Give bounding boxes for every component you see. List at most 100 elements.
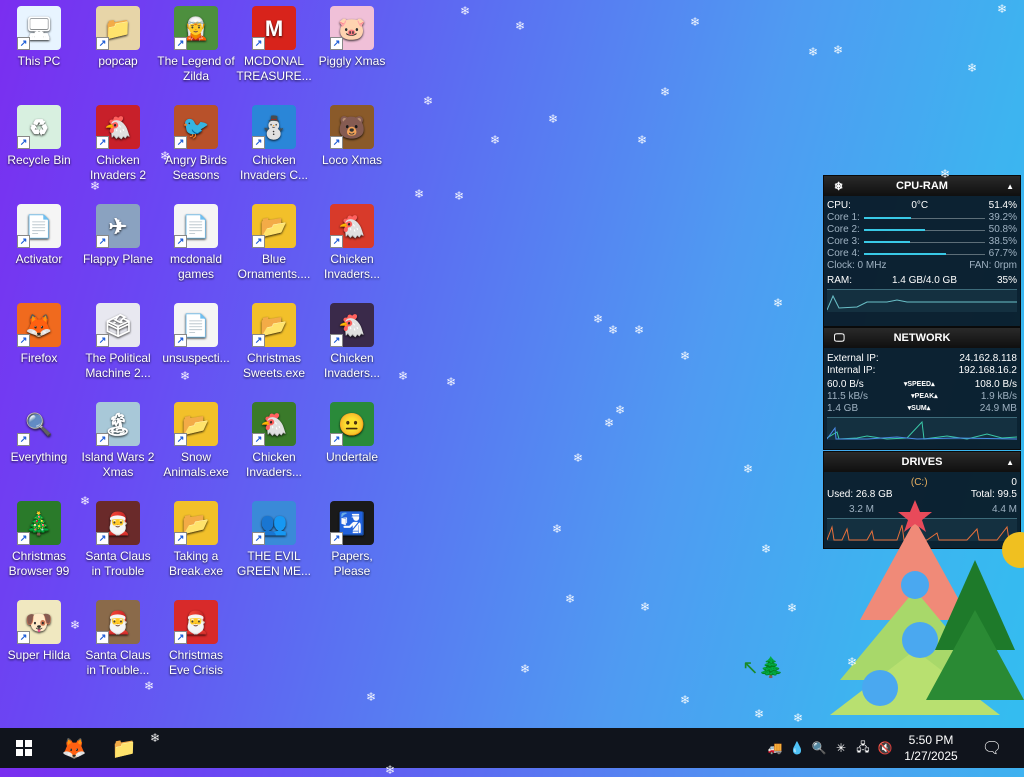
snowflake-decoration: ❄ (454, 189, 465, 203)
app-icon: 🖥 ↗ (17, 6, 61, 50)
desktop-icon[interactable]: 🐻 ↗ Loco Xmas (313, 99, 391, 168)
desktop-icon-label: This PC (17, 54, 61, 68)
desktop-icon[interactable]: 🐔 ↗ Chicken Invaders... (235, 396, 313, 480)
desktop-icon[interactable]: 📂 ↗ Taking a Break.exe (157, 495, 235, 579)
desktop-icon[interactable]: ⛄ ↗ Chicken Invaders C... (235, 99, 313, 183)
snowflake-decoration: ❄ (743, 462, 754, 476)
app-icon: 🐔 ↗ (330, 303, 374, 347)
cpu-ram-header[interactable]: ❄ CPU-RAM ▲ (824, 176, 1020, 196)
external-ip: 24.162.8.118 (959, 353, 1017, 364)
collapse-icon[interactable]: ▲ (1006, 182, 1014, 191)
core-bar (863, 240, 985, 243)
desktop-icon[interactable]: 😐 ↗ Undertale (313, 396, 391, 465)
app-icon: 🐔 ↗ (96, 105, 140, 149)
desktop-icon[interactable]: 🎅 ↗ Santa Claus in Trouble (79, 495, 157, 579)
desktop-icon[interactable]: 🐔 ↗ Chicken Invaders... (313, 297, 391, 381)
notification-center-button[interactable]: 🗨 (968, 728, 1016, 768)
desktop-icon[interactable]: 📄 ↗ unsuspecti... (157, 297, 235, 366)
app-icon: ✈ ↗ (96, 204, 140, 248)
desktop-icon-label: Blue Ornaments.... (237, 252, 311, 281)
cpu-fan: FAN: 0rpm (969, 260, 1017, 271)
core-label: Core 3: (827, 236, 860, 247)
tray-app-icon[interactable]: 🚚 (764, 741, 786, 755)
app-icon: 📄 ↗ (174, 204, 218, 248)
peak-up: 1.9 kB/s (980, 391, 1017, 402)
desktop-icon-label: popcap (98, 54, 138, 68)
desktop-icon-label: Santa Claus in Trouble... A... (85, 648, 151, 677)
desktop-icon[interactable]: M ↗ MCDONAL TREASURE... (235, 0, 313, 84)
desktop-icon[interactable]: 🐶 ↗ Super Hilda (0, 594, 78, 663)
collapse-icon[interactable]: ▲ (1006, 458, 1014, 467)
volume-muted-icon[interactable]: 🔇 (874, 741, 896, 755)
desktop-icon[interactable]: 📁 ↗ popcap (79, 0, 157, 69)
shortcut-arrow-icon: ↗ (174, 136, 187, 149)
desktop-icon[interactable]: 🎅↗ Santa Claus in Trouble... A... (79, 594, 157, 678)
desktop-icon[interactable]: 🎄 ↗ Christmas Browser 99 (0, 495, 78, 579)
drives-header[interactable]: DRIVES ▲ (824, 452, 1020, 472)
desktop-icon[interactable]: 📂 ↗ Christmas Sweets.exe (235, 297, 313, 381)
desktop-icon[interactable]: 🧝 ↗ The Legend of Zilda (157, 0, 235, 84)
desktop-icon[interactable]: 🎅 ↗ Christmas Eve Crisis (157, 594, 235, 678)
desktop-icon[interactable]: 👥 ↗ THE EVIL GREEN ME... (235, 495, 313, 579)
network-gadget[interactable]: 🖵 NETWORK External IP: 24.162.8.118 Inte… (823, 327, 1021, 450)
desktop-icon[interactable]: 🐔 ↗ Chicken Invaders 2 (79, 99, 157, 183)
app-icon: 📂 ↗ (174, 501, 218, 545)
desktop-icon-label: Santa Claus in Trouble (85, 549, 151, 578)
shortcut-arrow-icon: ↗ (174, 334, 187, 347)
monitor-icon: 🖵 (834, 331, 845, 344)
desktop-icon[interactable]: 🏝 ↗ Island Wars 2 Xmas (79, 396, 157, 480)
shortcut-arrow-icon: ↗ (252, 334, 265, 347)
desktop-icon[interactable]: 📄 ↗ mcdonald games (157, 198, 235, 282)
shortcut-arrow-icon: ↗ (174, 433, 187, 446)
network-header[interactable]: 🖵 NETWORK (824, 328, 1020, 348)
core-value: 38.5% (988, 236, 1017, 247)
app-icon: 🎅 ↗ (96, 501, 140, 545)
desktop-icon-label: unsuspecti... (162, 351, 230, 365)
desktop-icon[interactable]: ♻ ↗ Recycle Bin (0, 99, 78, 168)
snowflake-decoration: ❄ (180, 369, 191, 383)
shortcut-arrow-icon: ↗ (330, 136, 343, 149)
app-icon: ♻ ↗ (17, 105, 61, 149)
desktop-icon-label: THE EVIL GREEN ME... (236, 549, 311, 578)
snowflake-decoration: ❄ (604, 416, 615, 430)
tray-search-icon[interactable]: 🔍 (808, 741, 830, 755)
desktop-icon[interactable]: 🐦 ↗ Angry Birds Seasons (157, 99, 235, 183)
desktop-icon-label: Chicken Invaders... (323, 252, 381, 281)
desktop-icon[interactable]: 🗳 ↗ The Political Machine 2... (79, 297, 157, 381)
desktop-icon-label: Flappy Plane (82, 252, 154, 266)
tray-drop-icon[interactable]: 💧 (786, 741, 808, 755)
core-label: Core 4: (827, 248, 860, 259)
snowflake-decoration: ❄ (634, 323, 645, 337)
start-button[interactable] (0, 728, 48, 768)
core-label: Core 1: (827, 212, 860, 223)
tray-snowflake-icon[interactable]: ✳ (830, 741, 852, 755)
desktop-icon[interactable]: 🐔 ↗ Chicken Invaders... (313, 198, 391, 282)
tree-cursor-icon: ↖🌲 (742, 657, 784, 679)
desktop-icon[interactable]: 🦊 ↗ Firefox (0, 297, 78, 366)
peak-label: ▾PEAK▴ (911, 393, 938, 400)
app-icon: 📄 ↗ (17, 204, 61, 248)
desktop-icon[interactable]: 🔍 ↗ Everything (0, 396, 78, 465)
ram-percent: 35% (996, 275, 1017, 286)
desktop-icon[interactable]: 🖥 ↗ This PC (0, 0, 78, 69)
taskbar-file-explorer[interactable]: 📁 (100, 728, 148, 768)
desktop-icon[interactable]: 📂 ↗ Blue Ornaments.... (235, 198, 313, 282)
desktop-icon[interactable]: ✈ ↗ Flappy Plane (79, 198, 157, 267)
desktop-icon[interactable]: 📂 ↗ Snow Animals.exe (157, 396, 235, 480)
desktop-icon[interactable]: 📄 ↗ Activator (0, 198, 78, 267)
snowflake-decoration: ❄ (593, 312, 604, 326)
core-label: Core 2: (827, 224, 860, 235)
sum-label: ▾SUM▴ (907, 405, 931, 412)
cpu-ram-gadget[interactable]: ❄ CPU-RAM ▲ CPU: 0°C 51.4% Core 1: 39.2% C… (823, 175, 1021, 327)
ram-value: 1.4 GB/4.0 GB (891, 275, 958, 286)
taskbar-firefox[interactable]: 🦊 (50, 728, 98, 768)
network-icon[interactable]: 🖧 (852, 738, 874, 759)
desktop-icon[interactable]: 🐷 ↗ Piggly Xmas (313, 0, 391, 69)
desktop-icon[interactable]: 🛂 ↗ Papers, Please (313, 495, 391, 579)
cpu-ram-title: CPU-RAM (896, 180, 948, 192)
app-icon: M ↗ (252, 6, 296, 50)
snowflake-decoration: ❄ (997, 2, 1008, 16)
snowflake-decoration: ❄ (680, 693, 691, 707)
taskbar-clock[interactable]: 5:50 PM 1/27/2025 (896, 732, 966, 764)
shortcut-arrow-icon: ↗ (174, 631, 187, 644)
